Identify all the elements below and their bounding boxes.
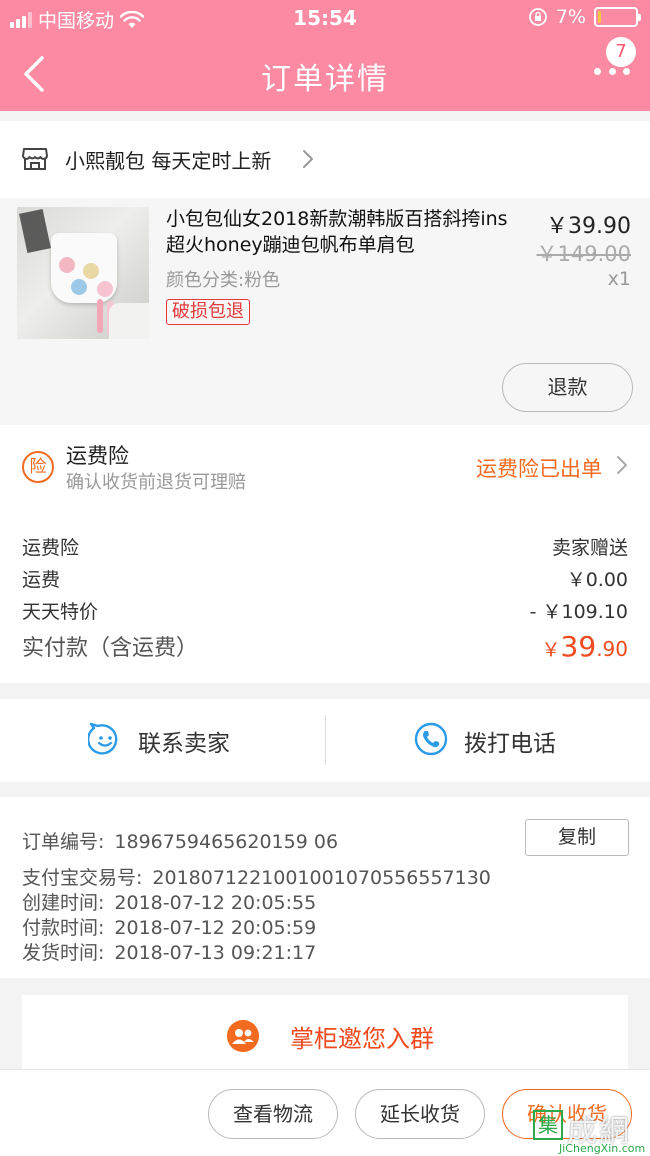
fee-value: ￥0.00 [566,569,628,591]
contact-seller-label: 联系卖家 [138,731,230,757]
total-row: 实付款（含运费） ￥39.90 [22,630,628,666]
insurance-title: 运费险 [66,444,129,468]
order-number-label: 订单编号: [22,831,105,853]
fee-label: 天天特价 [22,601,99,623]
rotation-lock-icon [528,8,547,26]
shop-row[interactable]: 小熙靓包 每天定时上新 [0,121,650,198]
message-badge: 7 [606,37,636,67]
status-bar: 中国移动 15:54 7% [0,0,650,36]
alipay-number-row: 支付宝交易号: 2018071221001001070556557130 [22,863,491,890]
insurance-status-link[interactable]: 运费险已出单 [476,453,602,483]
contact-seller-button[interactable]: 联系卖家 [0,699,325,782]
refund-button[interactable]: 退款 [502,363,633,412]
navbar: 订单详情 7 [0,36,650,111]
order-info-section: 订单编号: 1896759465620159 06 复制 支付宝交易号: 20180… [0,797,650,978]
fee-label: 运费 [22,569,61,591]
product-title: 小包包仙女2018新款潮韩版百搭斜挎ins超火honey蹦迪包帆布单肩包 [166,208,508,256]
watermark-box: 集 [533,1110,563,1140]
paid-time-row: 付款时间: 2018-07-12 20:05:59 [22,913,316,940]
product-quantity: x1 [607,268,631,290]
total-decimal: .90 [596,637,628,661]
status-right: 7% [528,6,641,28]
total-label: 实付款（含运费） [22,636,199,661]
page-title: 订单详情 [261,62,389,97]
header: 中国移动 15:54 7% 订单详情 7 [0,0,650,111]
damage-return-tag: 破损包退 [166,299,250,325]
product-price: ￥39.90 [546,214,631,239]
total-integer: 39 [560,630,597,663]
extend-receipt-button[interactable]: 延长收货 [355,1089,485,1139]
alipay-number-label: 支付宝交易号: [22,867,143,889]
watermark-url: JiChengXin.com [559,1142,646,1155]
product-item[interactable]: 小包包仙女2018新款潮韩版百搭斜挎ins超火honey蹦迪包帆布单肩包 颜色分… [0,198,650,425]
insurance-subtitle: 确认收货前退货可理赔 [66,472,246,493]
battery-icon [594,7,641,27]
fee-value: - ￥109.10 [529,601,628,623]
product-original-price: ￥149.00 [536,242,631,266]
product-thumbnail[interactable] [17,207,149,339]
store-icon [22,148,48,170]
copy-button[interactable]: 复制 [525,819,629,856]
phone-icon [414,722,448,756]
join-group-label: 掌柜邀您入群 [290,1025,434,1053]
more-dots-icon[interactable] [594,68,630,80]
order-number-value: 1896759465620159 06 [114,831,339,853]
total-value: ￥39.90 [542,630,628,663]
call-phone-label: 拨打电话 [464,731,556,757]
created-time-label: 创建时间: [22,892,105,914]
view-logistics-button[interactable]: 查看物流 [208,1089,338,1139]
group-chat-icon [227,1020,259,1052]
paid-time-value: 2018-07-12 20:05:59 [114,917,317,939]
insurance-section: 险 运费险 确认收货前退货可理赔 运费险已出单 运费险 卖家赠送 运费 ￥0.0… [0,425,650,683]
product-sku: 颜色分类:粉色 [166,270,281,291]
watermark-logo: 集 成網 JiChengXin.com [533,1106,650,1156]
insurance-icon: 险 [22,451,54,483]
total-currency: ￥ [541,639,561,661]
created-time-value: 2018-07-12 20:05:55 [114,892,317,914]
paid-time-label: 付款时间: [22,917,105,939]
created-time-row: 创建时间: 2018-07-12 20:05:55 [22,888,316,915]
contact-bar: 联系卖家 拨打电话 [0,699,650,782]
chevron-right-icon [303,150,313,168]
fee-label: 运费险 [22,537,80,559]
call-phone-button[interactable]: 拨打电话 [326,699,650,782]
shipped-time-value: 2018-07-13 09:21:17 [114,942,317,964]
chat-face-icon [88,722,118,755]
shipped-time-row: 发货时间: 2018-07-13 09:21:17 [22,938,316,965]
fee-value: 卖家赠送 [551,537,628,559]
order-number-row: 订单编号: 1896759465620159 06 [22,827,338,854]
chevron-right-icon [617,456,627,474]
shipped-time-label: 发货时间: [22,942,105,964]
shop-name: 小熙靓包 每天定时上新 [65,149,272,173]
alipay-number-value: 2018071221001001070556557130 [152,867,491,889]
battery-percent: 7% [555,6,586,28]
